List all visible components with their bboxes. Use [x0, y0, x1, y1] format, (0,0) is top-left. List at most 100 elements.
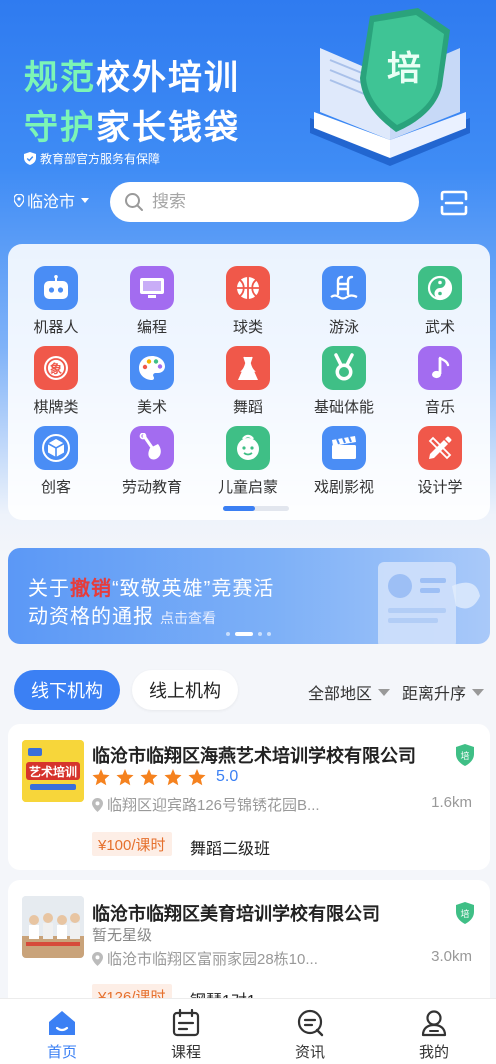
category-label: 游泳 [328, 319, 359, 336]
notice-text: 动资格的通报 [28, 606, 154, 628]
star-icon [116, 768, 134, 785]
rating-text: 暂无星级 [92, 927, 153, 944]
category-item-martial-arts[interactable]: 武术 [392, 266, 488, 337]
category-panel: 机器人 编程 球类 游泳 武术 象 棋牌类 美术 舞蹈 基础体能 音乐 创客 劳… [8, 244, 490, 520]
category-item-programming[interactable]: 编程 [104, 266, 200, 337]
hero-title-highlight: 规范 [24, 59, 96, 97]
taichi-icon [418, 266, 462, 310]
notice-highlight: 撤销 [70, 578, 112, 600]
location-selector[interactable]: 临沧市 [14, 188, 90, 212]
category-label: 美术 [136, 399, 167, 416]
category-item-design[interactable]: 设计学 [392, 426, 488, 497]
category-item-early-education[interactable]: 儿童启蒙 [200, 426, 296, 497]
category-label: 机器人 [33, 319, 79, 336]
sort-filter[interactable]: 距离升序 [402, 680, 485, 704]
carousel-dot [226, 632, 230, 636]
baby-icon [226, 426, 270, 470]
clapperboard-icon [322, 426, 366, 470]
verified-badge-icon: 培 [456, 744, 474, 766]
institution-card[interactable]: 临沧市临翔区美育培训学校有限公司 培 暂无星级 临沧市临翔区富丽家园28栋10.… [8, 880, 490, 1010]
rating-score: 5.0 [216, 768, 239, 785]
notice-prefix: 关于 [28, 578, 70, 600]
nav-label: 首页 [46, 1044, 77, 1061]
area-filter[interactable]: 全部地区 [308, 680, 391, 704]
nav-profile[interactable]: 我的 [372, 999, 496, 1064]
calendar-icon [172, 1009, 200, 1037]
document-illustration [378, 562, 480, 644]
category-item-dance[interactable]: 舞蹈 [200, 346, 296, 417]
institution-address: 临沧市临翔区富丽家园28栋10... [92, 948, 318, 969]
area-filter-label: 全部地区 [308, 686, 373, 703]
notice-more-link[interactable]: 点击查看 [160, 610, 216, 626]
notice-text: “致敬英雄”竞赛活 [112, 578, 275, 600]
hero-subtitle-text: 教育部官方服务有保障 [40, 152, 161, 166]
scan-icon[interactable] [440, 190, 468, 216]
triangle-down-icon [472, 688, 485, 696]
tab-offline[interactable]: 线下机构 [14, 670, 120, 710]
notice-title-line1: 关于撤销“致敬英雄”竞赛活 [28, 572, 274, 601]
category-item-labor[interactable]: 劳动教育 [104, 426, 200, 497]
institution-address: 临翔区迎宾路126号锦锈花园B... [92, 794, 320, 815]
cube-icon [34, 426, 78, 470]
thumbnail-text: 艺术培训 [29, 764, 77, 779]
category-label: 基础体能 [313, 399, 374, 416]
carousel-dot [258, 632, 262, 636]
notice-banner[interactable]: 关于撤销“致敬英雄”竞赛活 动资格的通报 点击查看 [8, 548, 490, 644]
category-item-robot[interactable]: 机器人 [8, 266, 104, 337]
address-text: 临翔区迎宾路126号锦锈花园B... [107, 797, 320, 814]
search-input[interactable] [152, 192, 392, 212]
home-icon [49, 1011, 75, 1035]
shield-check-icon [24, 152, 36, 165]
category-label: 武术 [424, 319, 455, 336]
location-pin-icon [92, 951, 103, 966]
category-label: 编程 [136, 319, 167, 336]
address-text: 临沧市临翔区富丽家园28栋10... [107, 951, 318, 968]
dance-icon [226, 346, 270, 390]
hero-title-line2: 守护家长钱袋 [24, 100, 240, 149]
notice-title-line2: 动资格的通报 点击查看 [28, 600, 216, 629]
palette-icon [130, 346, 174, 390]
rating-stars: 5.0 [92, 768, 238, 786]
search-icon [125, 193, 143, 211]
course-name: 舞蹈二级班 [190, 841, 271, 858]
star-icon [188, 768, 206, 785]
nav-home[interactable]: 首页 [0, 999, 124, 1064]
category-item-art[interactable]: 美术 [104, 346, 200, 417]
institution-card[interactable]: 艺术培训 临沧市临翔区海燕艺术培训学校有限公司 培 5.0 临翔区迎宾路126号… [8, 724, 490, 870]
banner-carousel-dots [226, 632, 271, 636]
nav-label: 课程 [170, 1044, 201, 1061]
category-item-music[interactable]: 音乐 [392, 346, 488, 417]
nav-news[interactable]: 资讯 [248, 999, 372, 1064]
search-bar[interactable] [110, 182, 419, 222]
category-label: 球类 [232, 319, 263, 336]
category-item-ball[interactable]: 球类 [200, 266, 296, 337]
nav-label: 我的 [418, 1044, 449, 1061]
institution-distance: 1.6km [431, 794, 472, 811]
tab-online[interactable]: 线上机构 [132, 670, 238, 710]
category-item-fitness[interactable]: 基础体能 [296, 346, 392, 417]
category-page-indicator [223, 506, 289, 511]
monitor-icon [130, 266, 174, 310]
nav-courses[interactable]: 课程 [124, 999, 248, 1064]
hero-title-text: 家长钱袋 [96, 109, 240, 147]
category-item-chess[interactable]: 象 棋牌类 [8, 346, 104, 417]
pencil-ruler-icon [418, 426, 462, 470]
category-label: 劳动教育 [121, 479, 182, 496]
hero-title-text: 校外培训 [96, 59, 240, 97]
location-pin-icon [14, 193, 24, 207]
chat-search-icon [297, 1009, 324, 1037]
robot-icon [34, 266, 78, 310]
star-icon [140, 768, 158, 785]
category-label: 戏剧影视 [313, 479, 374, 496]
category-item-drama[interactable]: 戏剧影视 [296, 426, 392, 497]
category-label: 设计学 [417, 479, 463, 496]
category-item-maker[interactable]: 创客 [8, 426, 104, 497]
svg-text:培: 培 [460, 908, 469, 920]
shovel-icon [130, 426, 174, 470]
carousel-dot [267, 632, 271, 636]
swimming-icon [322, 266, 366, 310]
chess-icon: 象 [34, 346, 78, 390]
triangle-down-icon [378, 688, 391, 696]
category-label: 棋牌类 [33, 399, 79, 416]
category-item-swimming[interactable]: 游泳 [296, 266, 392, 337]
